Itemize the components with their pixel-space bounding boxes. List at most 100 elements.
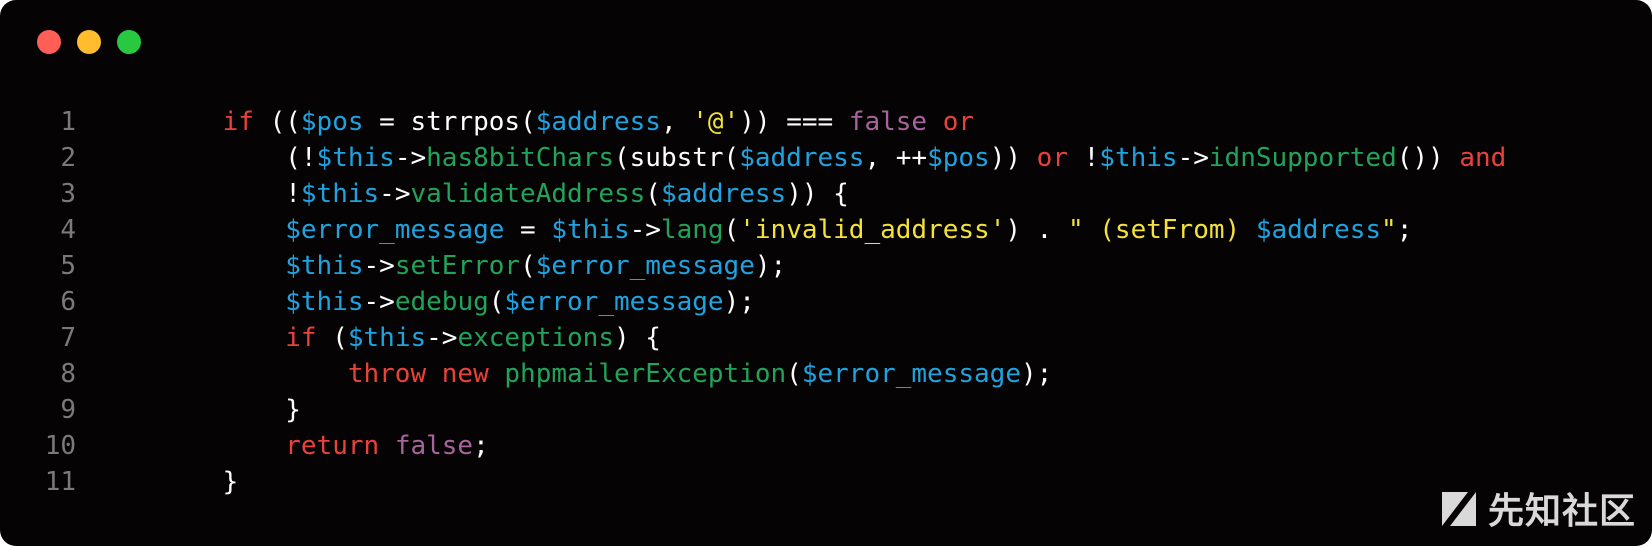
- code-text: throw new phpmailerException($error_mess…: [160, 356, 1052, 392]
- code-text: (!$this->has8bitChars(substr($address, +…: [160, 140, 1506, 176]
- code-token-function: has8bitChars: [426, 143, 614, 173]
- code-token-variable: $this: [285, 287, 364, 317]
- code-token-plain: ->: [629, 215, 661, 245]
- code-token-plain: (: [786, 359, 802, 389]
- code-token-plain: !: [285, 179, 301, 209]
- code-token-variable: $address: [739, 143, 865, 173]
- code-token-function: exceptions: [457, 323, 614, 353]
- line-number: 9: [60, 395, 76, 425]
- code-token-string: '@': [692, 107, 740, 137]
- code-token-plain: ,: [660, 107, 693, 137]
- code-token-variable: $this: [300, 179, 380, 209]
- code-token-string: " (setFrom): [1067, 215, 1256, 245]
- code-text: $error_message = $this->lang('invalid_ad…: [160, 212, 1412, 248]
- code-token-plain: );: [754, 251, 787, 281]
- code-token-plain: (: [723, 215, 740, 245]
- code-text: if ($this->exceptions) {: [160, 320, 661, 356]
- code-token-plain: }: [222, 467, 239, 497]
- code-token-string: ": [1381, 215, 1397, 245]
- xianzhi-logo-icon: [1441, 492, 1476, 526]
- code-token-plain: (: [520, 251, 536, 281]
- code-token-plain: !: [1067, 143, 1100, 173]
- code-token-plain: (!: [285, 143, 317, 173]
- code-token-variable: $pos: [300, 107, 364, 137]
- code-token-constant: false: [848, 107, 928, 137]
- line-number: 10: [44, 431, 76, 461]
- code-token-plain: ) {: [614, 323, 661, 353]
- code-token-plain: );: [723, 287, 755, 317]
- code-token-plain: (: [488, 287, 505, 317]
- code-token-plain: )) ===: [739, 107, 849, 137]
- code-token-function: lang: [660, 215, 724, 245]
- line-number: 7: [60, 323, 76, 353]
- code-token-variable: $error_message: [801, 359, 1021, 389]
- code-token-plain: );: [1020, 359, 1053, 389]
- code-token-keyword: if: [222, 107, 254, 137]
- code-token-function: phpmailerException: [504, 359, 787, 389]
- line-number: 4: [60, 215, 76, 245]
- code-token-variable: $address: [535, 107, 661, 137]
- code-token-plain: ->: [426, 323, 458, 353]
- code-token-variable: $error_message: [504, 287, 724, 317]
- close-dot-icon[interactable]: [37, 30, 61, 54]
- line-number: 3: [60, 179, 76, 209]
- code-token-plain: , ++: [864, 143, 928, 173]
- traffic-lights: [37, 30, 141, 54]
- code-token-plain: ) .: [1005, 215, 1068, 245]
- code-token-plain: ->: [394, 143, 427, 173]
- code-token-keyword: and: [1459, 143, 1507, 173]
- code-token-function: idnSupported: [1208, 143, 1397, 173]
- code-token-plain: =: [504, 215, 552, 245]
- line-number: 5: [60, 251, 76, 281]
- line-number: 6: [60, 287, 76, 317]
- code-text: }: [160, 392, 301, 428]
- minimize-dot-icon[interactable]: [77, 30, 101, 54]
- code-text: }: [160, 464, 239, 500]
- code-token-plain: ;: [1396, 215, 1413, 245]
- code-token-plain: ;: [473, 431, 489, 461]
- code-token-variable: $address: [660, 179, 787, 209]
- code-text: return false;: [160, 428, 489, 464]
- code-token-variable: $address: [1255, 215, 1382, 245]
- code-token-keyword: or: [942, 107, 975, 137]
- line-number: 11: [44, 467, 76, 497]
- code-token-plain: = strrpos(: [363, 107, 536, 137]
- code-token-function: validateAddress: [410, 179, 646, 209]
- code-token-plain: }: [285, 395, 301, 425]
- maximize-dot-icon[interactable]: [117, 30, 141, 54]
- code-token-plain: )) {: [786, 179, 849, 209]
- code-text: $this->edebug($error_message);: [160, 284, 755, 320]
- code-window: 1 if (($pos = strrpos($address, '@')) ==…: [0, 0, 1652, 546]
- code-token-variable: $this: [347, 323, 427, 353]
- code-token-plain: ->: [363, 251, 395, 281]
- code-token-plain: ()): [1396, 143, 1460, 173]
- code-token-variable: $this: [551, 215, 630, 245]
- code-token-variable: $error_message: [285, 215, 505, 245]
- code-token-keyword: if: [285, 323, 317, 353]
- code-token-variable: $this: [285, 251, 364, 281]
- code-token-variable: $this: [316, 143, 395, 173]
- watermark-text: 先知社区: [1487, 491, 1636, 532]
- line-number: 2: [60, 143, 76, 173]
- code-token-variable: $pos: [927, 143, 990, 173]
- code-text: !$this->validateAddress($address)) {: [160, 176, 849, 212]
- watermark: 先知社区: [1440, 482, 1636, 534]
- code-token-plain: ((: [253, 107, 301, 137]
- code-token-keyword: or: [1036, 143, 1068, 173]
- code-token-plain: ->: [363, 287, 395, 317]
- code-token-variable: $error_message: [535, 251, 755, 281]
- code-token-function: setError: [394, 251, 521, 281]
- code-token-function: edebug: [394, 287, 489, 317]
- line-number: 8: [60, 359, 76, 389]
